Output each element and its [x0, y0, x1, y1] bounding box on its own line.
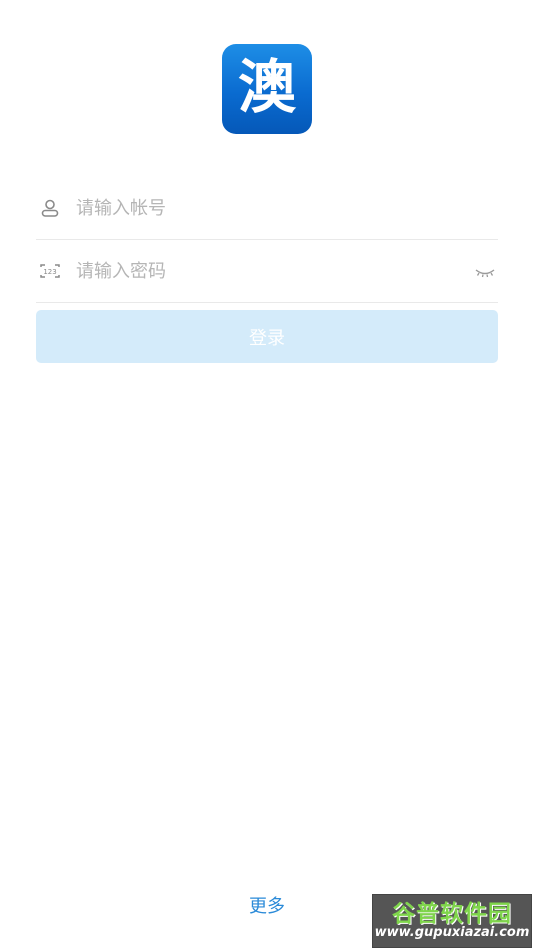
user-icon — [38, 196, 62, 220]
password-field: 123 — [36, 240, 498, 303]
username-input[interactable] — [76, 177, 456, 239]
watermark-logo: 谷普软件园 www.gupuxiazai.com — [372, 894, 532, 948]
app-logo: 澳 — [222, 44, 312, 134]
svg-text:123: 123 — [43, 268, 56, 276]
watermark-title: 谷普软件园 — [392, 900, 512, 927]
app-logo-char: 澳 — [237, 53, 296, 121]
keypad-123-icon: 123 — [38, 259, 62, 283]
login-button[interactable]: 登录 — [36, 310, 498, 363]
eye-closed-icon[interactable] — [474, 264, 496, 278]
watermark-url: www.gupuxiazai.com — [374, 924, 530, 940]
username-field — [36, 177, 498, 240]
password-input[interactable] — [76, 240, 456, 302]
